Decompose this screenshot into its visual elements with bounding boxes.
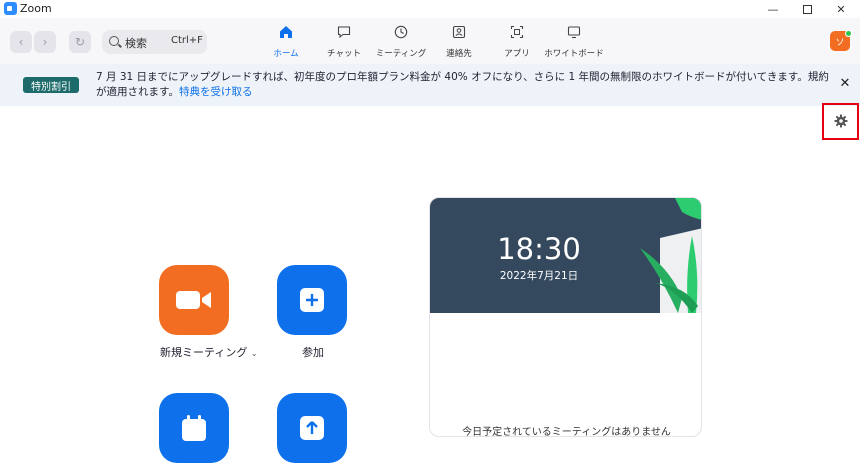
claim-offer-link[interactable]: 特典を受け取る bbox=[179, 86, 253, 98]
video-camera-icon bbox=[176, 291, 211, 309]
promo-badge: 特別割引 bbox=[23, 77, 79, 93]
current-date: 2022年7月21日 bbox=[499, 270, 579, 282]
maximize-icon[interactable] bbox=[790, 0, 824, 18]
apps-icon bbox=[510, 25, 524, 39]
tab-whiteboard[interactable]: ホワイトボード bbox=[539, 24, 609, 60]
search-box[interactable]: 検索 Ctrl+F bbox=[102, 30, 207, 54]
gear-icon[interactable] bbox=[834, 114, 848, 128]
main-toolbar: ‹ › ↻ 検索 Ctrl+F ホーム チャット ミーティング 連絡先 アプリ … bbox=[0, 18, 860, 64]
clock-icon bbox=[394, 25, 408, 39]
chevron-right-icon: › bbox=[42, 35, 48, 49]
upcoming-card: 18:30 2022年7月21日 今日予定されているミーティングはありません bbox=[429, 197, 702, 437]
tab-whiteboard-label: ホワイトボード bbox=[544, 49, 604, 59]
minimize-icon[interactable]: — bbox=[756, 0, 790, 18]
calendar-icon bbox=[182, 415, 206, 441]
close-window-icon[interactable]: ✕ bbox=[824, 0, 858, 18]
join-button[interactable] bbox=[277, 265, 347, 335]
share-screen-button[interactable] bbox=[277, 393, 347, 463]
presence-status-icon bbox=[845, 30, 852, 37]
home-icon bbox=[280, 26, 292, 38]
new-meeting-label: 新規ミーティング ⌄ bbox=[160, 344, 258, 360]
title-bar: Zoom — ✕ bbox=[0, 0, 860, 18]
search-label: 検索 bbox=[125, 37, 147, 50]
plus-icon bbox=[300, 288, 324, 312]
join-label: 参加 bbox=[302, 346, 324, 359]
schedule-button[interactable] bbox=[159, 393, 229, 463]
promo-banner: 特別割引 7 月 31 日までにアップグレードすれば、初年度のプロ年額プラン料金… bbox=[0, 64, 860, 106]
whiteboard-icon bbox=[567, 26, 581, 39]
window-title: Zoom bbox=[20, 2, 52, 15]
close-banner-icon[interactable]: ✕ bbox=[838, 77, 852, 91]
current-time: 18:30 bbox=[497, 232, 581, 266]
chevron-left-icon: ‹ bbox=[18, 35, 24, 49]
new-meeting-button[interactable] bbox=[159, 265, 229, 335]
forward-button[interactable]: › bbox=[34, 31, 56, 53]
search-icon bbox=[109, 36, 119, 46]
contacts-icon bbox=[452, 25, 466, 39]
chevron-down-icon[interactable]: ⌄ bbox=[251, 349, 258, 358]
back-button[interactable]: ‹ bbox=[10, 31, 32, 53]
card-header: 18:30 2022年7月21日 bbox=[430, 198, 701, 313]
banner-text: 7 月 31 日までにアップグレードすれば、初年度のプロ年額プラン料金が 40%… bbox=[96, 70, 836, 100]
new-meeting-text: 新規ミーティング bbox=[160, 346, 248, 359]
history-icon: ↻ bbox=[74, 35, 86, 49]
history-button[interactable]: ↻ bbox=[69, 31, 91, 53]
share-screen-icon bbox=[300, 416, 324, 440]
chat-icon bbox=[337, 26, 351, 39]
search-shortcut: Ctrl+F bbox=[171, 35, 203, 46]
zoom-logo-icon bbox=[4, 2, 17, 15]
no-meetings-message: 今日予定されているミーティングはありません bbox=[462, 427, 671, 437]
avatar-initial: ソ bbox=[835, 37, 845, 48]
